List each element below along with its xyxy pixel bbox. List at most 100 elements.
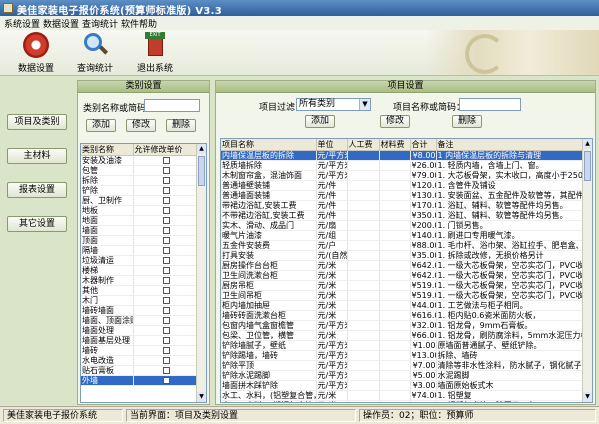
table-row[interactable]: 普通墙壁装铺元/件 ¥120.001. 含管件及铺设: [221, 180, 585, 191]
table-row[interactable]: 铲除踢墙，墙砖元/平方米 ¥13.00拆除、墙砖: [221, 350, 585, 361]
table-row[interactable]: 地板: [81, 205, 199, 216]
edit-category-button[interactable]: 修改: [126, 119, 156, 132]
table-row[interactable]: 顶面: [81, 235, 199, 246]
table-row[interactable]: 厨房吊柜元/米 ¥519.001. 一级大芯板骨架，空芯实芯门，PVC收边，: [221, 280, 585, 291]
allow-edit-price-checkbox[interactable]: [162, 257, 170, 264]
table-row[interactable]: 内墙保温层板的拆除元/平方米 ¥8.001 内墙保温层板的拆除与清理: [221, 150, 585, 161]
nav-report-settings[interactable]: 报表设置: [7, 182, 67, 198]
exit-system-button[interactable]: EXIT 退出系统: [131, 32, 179, 74]
scroll-up-icon[interactable]: ▲: [583, 139, 592, 149]
nav-main-material[interactable]: 主材料: [7, 148, 67, 164]
delete-project-button[interactable]: 删除: [452, 115, 482, 128]
category-grid[interactable]: 类别名称 允许修改单价 安装及油漆 包管 拆除 铲除 厨、卫制作 地板 地面 墙面 顶面 隔墙 垃圾…: [80, 143, 207, 403]
column-header-labor-cost[interactable]: 人工费: [347, 139, 380, 151]
table-row[interactable]: 不带裙边浴缸,安装工费元/件 ¥350.001. 浴缸、辅料、软管等配件均另售。: [221, 210, 585, 221]
menu-system-settings[interactable]: 系统设置: [4, 17, 40, 30]
table-row[interactable]: 五金件安装费元/户 ¥88.001. 毛巾杆、浴巾架、浴缸拉手、肥皂盒、卫生: [221, 240, 585, 251]
nav-project-category[interactable]: 项目及类别: [7, 114, 67, 130]
allow-edit-price-checkbox[interactable]: [162, 277, 170, 284]
table-row[interactable]: 铲除平顶元/平方米 ¥7.00清除等非水性涂料，防水腻子，钢化腻子等: [221, 360, 585, 371]
table-row[interactable]: 铲除墙腻子，壁纸元/平方米 ¥1.00原墙面普通腻子、壁纸铲除。: [221, 340, 585, 351]
table-row[interactable]: 贴石膏板: [81, 365, 199, 376]
table-row[interactable]: 包窗内墙气盒窗檐管元/平方米 ¥32.001. 铝龙骨，9mm石膏板。: [221, 320, 585, 331]
table-row[interactable]: 暖气片油漆元/组 ¥140.001. 刷进口专用暖气漆。: [221, 230, 585, 241]
table-row[interactable]: 带裙边浴缸,安装工费元/件 ¥170.001. 浴缸、辅料、软管等配件均另售。: [221, 200, 585, 211]
table-row[interactable]: 楼梯: [81, 265, 199, 276]
table-row[interactable]: 卫生间吊柜元/米 ¥519.001. 一级大芯板骨架，空芯实芯门，PVC收边，: [221, 290, 585, 301]
data-settings-button[interactable]: 数据设置: [12, 32, 60, 74]
column-header-unit[interactable]: 单位: [316, 139, 348, 151]
table-row[interactable]: 墙面: [81, 225, 199, 236]
table-row[interactable]: 铲除: [81, 185, 199, 196]
scroll-up-icon[interactable]: ▲: [197, 144, 206, 154]
project-filter-select[interactable]: 所有类别 ▼: [296, 98, 371, 111]
add-project-button[interactable]: 添加: [305, 115, 335, 128]
table-row[interactable]: 厨房操作台台柜元/米 ¥642.001. 一级大芯板骨架，空芯实芯门，PVC收边，: [221, 260, 585, 271]
allow-edit-price-checkbox[interactable]: [162, 337, 170, 344]
category-scrollbar[interactable]: ▲ ▼: [196, 144, 206, 402]
allow-edit-price-checkbox[interactable]: [162, 357, 170, 364]
table-row[interactable]: 墙砖: [81, 345, 199, 356]
table-row[interactable]: 外墙: [81, 375, 199, 386]
table-row[interactable]: 安装及油漆: [81, 155, 199, 166]
allow-edit-price-checkbox[interactable]: [162, 287, 170, 294]
table-row[interactable]: 普通墙面装铺元/件 ¥130.001. 安装面盆、五金配件及软管等，其配件: [221, 190, 585, 201]
table-row[interactable]: 厨、卫制作: [81, 195, 199, 206]
table-row[interactable]: 垃圾清运: [81, 255, 199, 266]
nav-other-settings[interactable]: 其它设置: [7, 216, 67, 232]
table-row[interactable]: 木门: [81, 295, 199, 306]
menu-query-stats[interactable]: 查询统计: [82, 17, 118, 30]
column-header-total[interactable]: 合计: [410, 139, 437, 151]
table-row[interactable]: 实木、滑动、成品门元/扇 ¥200.001. 门锁另售。: [221, 220, 585, 231]
scroll-thumb[interactable]: [198, 156, 205, 186]
allow-edit-price-checkbox[interactable]: [162, 267, 170, 274]
table-row[interactable]: 轻质墙拆除元/平方米 ¥26.001. 轻质内墙，含墙上门、窗。: [221, 160, 585, 171]
table-row[interactable]: 卫生间洗漱台柜元/米 ¥642.001. 一级大芯板骨架，空芯实芯门，PVC收边，: [221, 270, 585, 281]
column-header-material-cost[interactable]: 材料费: [379, 139, 411, 151]
column-header-category-name[interactable]: 类别名称: [81, 144, 134, 156]
column-header-allow-edit-price[interactable]: 允许修改单价: [133, 144, 199, 156]
table-row[interactable]: 包梁、卫位管，横管元/米 ¥66.001. 铝龙骨，刷防腐涂料，5mm水泥压力板；: [221, 330, 585, 341]
table-row[interactable]: 墙面基层处理: [81, 335, 199, 346]
allow-edit-price-checkbox[interactable]: [162, 227, 170, 234]
table-row[interactable]: 拆除: [81, 175, 199, 186]
allow-edit-price-checkbox[interactable]: [162, 207, 170, 214]
allow-edit-price-checkbox[interactable]: [162, 307, 170, 314]
allow-edit-price-checkbox[interactable]: [162, 197, 170, 204]
table-row[interactable]: 包管: [81, 165, 199, 176]
project-name-input[interactable]: [459, 98, 521, 111]
allow-edit-price-checkbox[interactable]: [162, 347, 170, 354]
edit-project-button[interactable]: 修改: [380, 115, 410, 128]
table-row[interactable]: 隔墙: [81, 245, 199, 256]
project-grid[interactable]: 项目名称 单位 人工费 材料费 合计 备注 内墙保温层板的拆除元/平方米 ¥8.0…: [220, 138, 593, 403]
scroll-thumb[interactable]: [584, 151, 591, 181]
table-row[interactable]: 其他: [81, 285, 199, 296]
allow-edit-price-checkbox[interactable]: [162, 377, 170, 384]
allow-edit-price-checkbox[interactable]: [162, 177, 170, 184]
table-row[interactable]: 墙砖砖面洗漱台柜元/米 ¥616.001. 柜内贴0.6瓷米面防火板，: [221, 310, 585, 321]
table-row[interactable]: 水工、水料，(塑钢复合管，料)元/米 ¥73.001. 铝塑复合管，除厨卫一名: [221, 400, 585, 402]
allow-edit-price-checkbox[interactable]: [162, 167, 170, 174]
table-row[interactable]: 水工、水料，(铝塑复合管，料)元/米 ¥74.001. 铝塑复: [221, 390, 585, 401]
table-row[interactable]: 木制窗帘盒，混油饰面元/平方米 ¥79.001. 大芯板骨架，实木收口，高度小于2…: [221, 170, 585, 181]
table-row[interactable]: 墙砖墙面: [81, 305, 199, 316]
table-row[interactable]: 打具安装元/(自然) ¥35.001. 拆除或改修，无损价格另计: [221, 250, 585, 261]
allow-edit-price-checkbox[interactable]: [162, 217, 170, 224]
allow-edit-price-checkbox[interactable]: [162, 237, 170, 244]
table-row[interactable]: 铲除水泥踢脚元/平方米 ¥5.00水泥踢脚: [221, 370, 585, 381]
allow-edit-price-checkbox[interactable]: [162, 157, 170, 164]
table-row[interactable]: 水电改造: [81, 355, 199, 366]
table-row[interactable]: 墙面拼木踩铲除元/平方米 ¥3.00墙面原始板式木: [221, 380, 585, 391]
menu-help[interactable]: 软件帮助: [121, 17, 157, 30]
chevron-down-icon[interactable]: ▼: [359, 99, 370, 110]
table-row[interactable]: 地面: [81, 215, 199, 226]
allow-edit-price-checkbox[interactable]: [162, 367, 170, 374]
table-row[interactable]: 墙面、顶面涂贴: [81, 315, 199, 326]
column-header-project-name[interactable]: 项目名称: [221, 139, 317, 151]
scroll-down-icon[interactable]: ▼: [583, 392, 592, 402]
delete-category-button[interactable]: 删除: [166, 119, 196, 132]
allow-edit-price-checkbox[interactable]: [162, 317, 170, 324]
allow-edit-price-checkbox[interactable]: [162, 187, 170, 194]
project-scrollbar[interactable]: ▲ ▼: [582, 139, 592, 402]
allow-edit-price-checkbox[interactable]: [162, 327, 170, 334]
